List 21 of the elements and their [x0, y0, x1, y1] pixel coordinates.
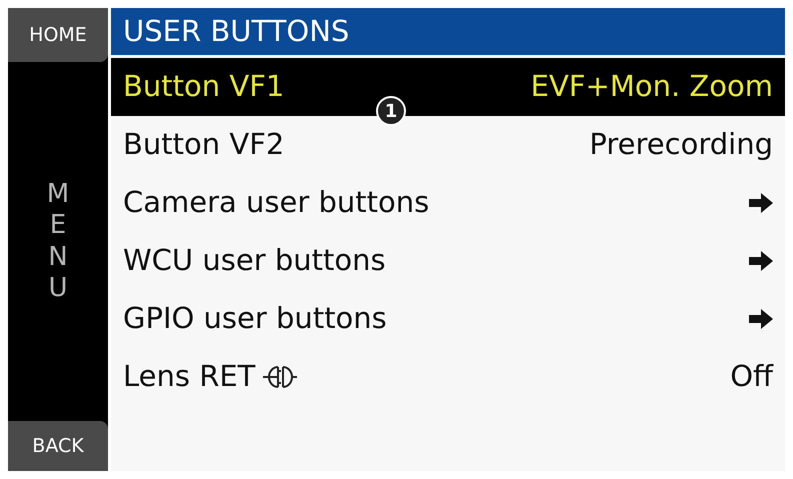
callout-badge: 1: [376, 96, 406, 126]
menu-row[interactable]: Lens RET Off: [111, 348, 785, 406]
menu-row[interactable]: GPIO user buttons: [111, 290, 785, 348]
home-button[interactable]: HOME: [8, 8, 108, 62]
row-value: Off: [730, 358, 773, 396]
menu-row[interactable]: Camera user buttons: [111, 174, 785, 232]
row-label: Lens RET: [123, 358, 256, 396]
screen-title: USER BUTTONS: [123, 12, 350, 50]
arrow-icon: [749, 193, 773, 213]
row-label: WCU user buttons: [123, 242, 386, 280]
row-label: Button VF1: [123, 68, 284, 106]
menu-label: MENU: [46, 179, 70, 304]
row-label: Camera user buttons: [123, 184, 430, 222]
menu-row[interactable]: WCU user buttons: [111, 232, 785, 290]
arrow-icon: [749, 309, 773, 329]
row-label: GPIO user buttons: [123, 300, 387, 338]
back-button[interactable]: BACK: [8, 421, 108, 471]
arrow-icon: [749, 251, 773, 271]
row-value: Prerecording: [589, 126, 773, 164]
row-value: EVF+Mon. Zoom: [530, 68, 773, 106]
row-label: Button VF2: [123, 126, 284, 164]
